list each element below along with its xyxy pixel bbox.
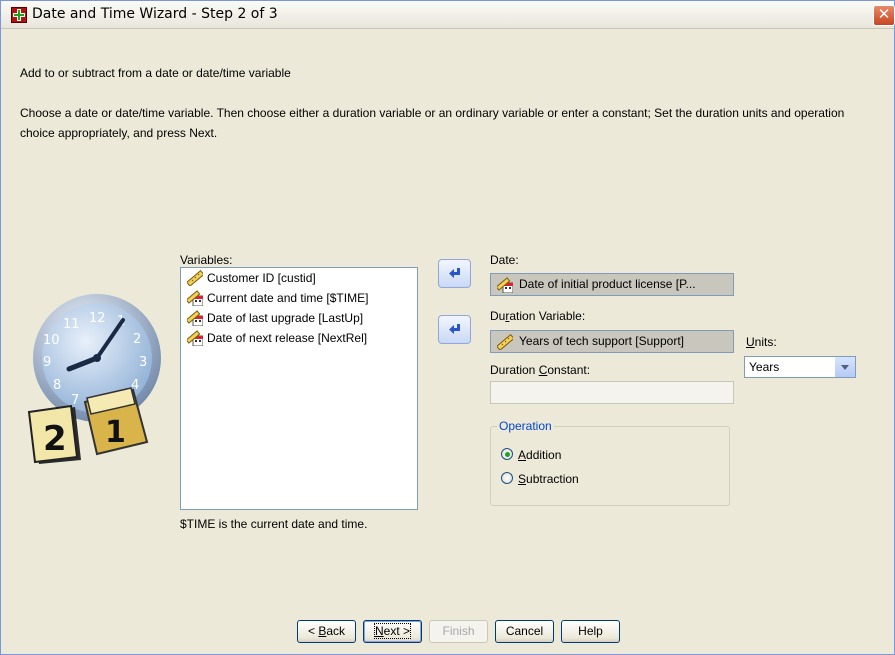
arrow-left-icon — [449, 268, 460, 278]
cancel-button[interactable]: Cancel — [495, 620, 554, 643]
title-bar[interactable]: Date and Time Wizard - Step 2 of 3 ✕ — [1, 1, 895, 29]
duration-constant-label: Duration Constant: — [490, 363, 591, 377]
list-item[interactable]: Current date and time [$TIME] — [181, 288, 417, 308]
duration-variable-label: Duration Variable: — [490, 309, 586, 323]
svg-text:10: 10 — [43, 333, 60, 348]
clock-calendar-illustration: 1212 345 678 91011 2 1 — [27, 294, 161, 464]
help-button[interactable]: Help — [561, 620, 620, 643]
date-label: Date: — [490, 253, 519, 267]
ruler-icon — [187, 270, 203, 286]
back-button[interactable]: < Back — [297, 620, 356, 643]
time-footnote: $TIME is the current date and time. — [180, 517, 368, 531]
svg-text:2: 2 — [133, 332, 141, 347]
operation-group — [490, 426, 730, 506]
instructions-text: Choose a date or date/time variable. The… — [20, 106, 845, 140]
list-item[interactable]: Date of last upgrade [LastUp] — [181, 308, 417, 328]
svg-text:12: 12 — [89, 311, 106, 326]
units-selected-value: Years — [749, 360, 780, 374]
calendar-date-icon — [187, 290, 203, 306]
subtraction-label: Subtraction — [518, 472, 579, 486]
chevron-down-icon[interactable] — [835, 357, 855, 377]
units-label: Units: — [746, 335, 777, 349]
variables-label: Variables: — [180, 253, 233, 267]
duration-variable-value: Years of tech support [Support] — [519, 334, 684, 348]
finish-button[interactable]: Finish — [429, 620, 488, 643]
svg-text:8: 8 — [53, 378, 61, 393]
variables-listbox[interactable]: Customer ID [custid] Current date and ti… — [180, 267, 418, 510]
app-icon — [11, 7, 27, 23]
close-button[interactable]: ✕ — [873, 5, 895, 26]
svg-text:1: 1 — [105, 415, 126, 450]
list-item[interactable]: Date of next release [NextRel] — [181, 328, 417, 348]
move-to-date-button[interactable] — [438, 259, 471, 288]
operation-legend: Operation — [497, 419, 554, 433]
svg-text:11: 11 — [63, 317, 80, 332]
move-to-duration-button[interactable] — [438, 315, 471, 344]
svg-text:7: 7 — [71, 393, 79, 408]
radio-unselected-icon[interactable] — [501, 472, 513, 484]
radio-selected-icon[interactable] — [501, 448, 513, 460]
units-select[interactable]: Years — [744, 356, 856, 378]
duration-variable-field[interactable]: Years of tech support [Support] — [490, 330, 734, 353]
date-value: Date of initial product license [P... — [519, 277, 696, 291]
intro-text: Add to or subtract from a date or date/t… — [20, 66, 291, 80]
window-title: Date and Time Wizard - Step 2 of 3 — [32, 6, 278, 22]
svg-text:9: 9 — [43, 355, 51, 370]
wizard-window: Date and Time Wizard - Step 2 of 3 ✕ Add… — [0, 0, 895, 655]
svg-text:2: 2 — [43, 419, 67, 459]
addition-label: Addition — [518, 448, 562, 462]
arrow-left-icon — [449, 324, 460, 334]
close-icon: ✕ — [877, 6, 891, 23]
list-item[interactable]: Customer ID [custid] — [181, 268, 417, 288]
calendar-date-icon — [187, 310, 203, 326]
svg-text:3: 3 — [139, 355, 147, 370]
date-field[interactable]: Date of initial product license [P... — [490, 273, 734, 296]
calendar-date-icon — [187, 330, 203, 346]
calendar-date-icon — [497, 277, 513, 293]
ruler-icon — [497, 334, 513, 350]
next-button[interactable]: Next > — [363, 620, 422, 643]
duration-constant-input[interactable] — [490, 381, 734, 404]
